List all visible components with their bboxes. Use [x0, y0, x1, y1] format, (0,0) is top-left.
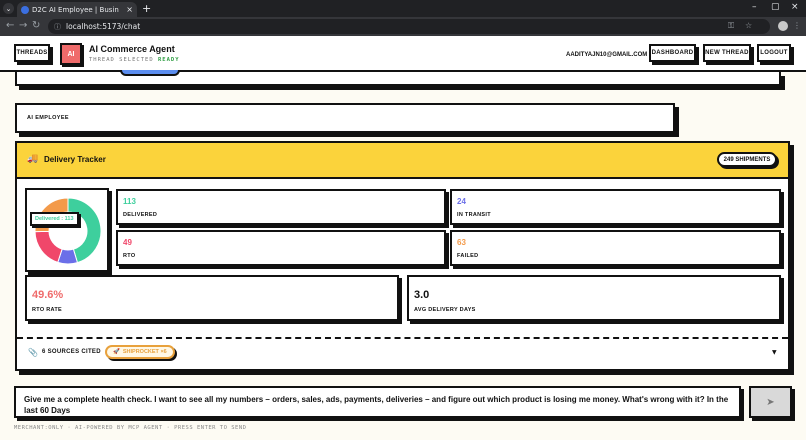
- sources-cited-label: 6 SOURCES CITED: [42, 349, 101, 355]
- url-text: localhost:5173/chat: [66, 22, 141, 31]
- maximize-icon[interactable]: ▢: [771, 2, 780, 12]
- stat-failed-value: 63: [457, 238, 466, 247]
- browser-tab-strip: ⌄ D2C AI Employee | Busin × + – ▢ ×: [0, 0, 806, 17]
- previous-pill: [120, 70, 180, 76]
- bookmark-star-icon[interactable]: ☆: [745, 21, 752, 30]
- dashed-divider: [17, 337, 788, 339]
- stat-rto-rate-label: RTO RATE: [32, 307, 63, 313]
- logout-button[interactable]: LOGOUT: [757, 44, 791, 62]
- stat-avg-days-value: 3.0: [414, 289, 430, 301]
- stat-in-transit-value: 24: [457, 197, 466, 206]
- profile-avatar[interactable]: [778, 21, 788, 31]
- reload-icon[interactable]: ↻: [32, 20, 40, 31]
- favicon-icon: [21, 5, 29, 14]
- stat-rto: 49 RTO: [116, 230, 446, 266]
- stat-rto-rate: 49.6% RTO RATE: [25, 275, 399, 321]
- shipments-badge: 249 SHIPMENTS: [717, 152, 777, 167]
- stat-rto-label: RTO: [123, 253, 136, 259]
- new-thread-button[interactable]: NEW THREAD: [703, 44, 751, 62]
- minimize-icon[interactable]: –: [752, 2, 757, 12]
- tracker-title: Delivery Tracker: [44, 155, 106, 164]
- ai-employee-card: AI EMPLOYEE: [15, 103, 675, 133]
- back-icon[interactable]: ←: [6, 20, 14, 31]
- stat-rto-value: 49: [123, 238, 132, 247]
- forward-icon[interactable]: →: [19, 20, 27, 31]
- paperclip-icon: 📎: [28, 348, 38, 357]
- send-button[interactable]: ➤: [749, 386, 792, 418]
- chart-tooltip: Delivered : 113: [30, 212, 79, 226]
- source-chip-label: SHIPROCKET ×6: [122, 349, 167, 355]
- donut-chart: [34, 197, 102, 265]
- threads-button[interactable]: THREADS: [14, 44, 50, 62]
- close-tab-icon[interactable]: ×: [126, 5, 133, 14]
- tab-search-icon[interactable]: ⌄: [3, 3, 14, 14]
- stat-delivered-value: 113: [123, 197, 136, 206]
- tracker-header: 🚚 Delivery Tracker 249 SHIPMENTS: [17, 143, 788, 179]
- stat-failed: 63 FAILED: [450, 230, 781, 266]
- truck-icon: 🚚: [27, 154, 39, 164]
- stat-delivered-label: DELIVERED: [123, 212, 158, 218]
- donut-chart-card: Delivered : 113: [25, 188, 109, 272]
- send-icon: ➤: [766, 396, 775, 408]
- chat-input[interactable]: Give me a complete health check. I want …: [14, 386, 741, 418]
- tab-title: D2C AI Employee | Busin: [32, 5, 119, 14]
- menu-kebab-icon[interactable]: ⋮: [793, 21, 801, 30]
- app-title: AI Commerce Agent: [89, 44, 175, 54]
- footer-hint: MERCHANT:ONLY · AI-POWERED BY MCP AGENT …: [14, 425, 247, 431]
- thread-status-value: READY: [157, 57, 180, 63]
- rocket-icon: 🚀: [113, 349, 120, 355]
- dashboard-button[interactable]: DASHBOARD: [649, 44, 696, 62]
- stat-avg-delivery-days: 3.0 AVG DELIVERY DAYS: [407, 275, 781, 321]
- browser-tab[interactable]: D2C AI Employee | Busin ×: [17, 2, 137, 17]
- site-info-icon[interactable]: ⓘ: [54, 22, 61, 32]
- stat-rto-rate-value: 49.6%: [32, 289, 64, 301]
- close-window-icon[interactable]: ×: [791, 2, 799, 12]
- ai-logo: AI: [60, 43, 82, 65]
- stat-in-transit: 24 IN TRANSIT: [450, 189, 781, 225]
- source-chip-shiprocket[interactable]: 🚀 SHIPROCKET ×6: [105, 345, 175, 359]
- previous-message-card: [15, 70, 781, 86]
- stat-in-transit-label: IN TRANSIT: [457, 212, 491, 218]
- stat-failed-label: FAILED: [457, 253, 479, 259]
- thread-status-prefix: THREAD SELECTED: [89, 57, 154, 63]
- thread-status: THREAD SELECTED READY: [89, 57, 180, 63]
- address-bar[interactable]: ⓘ localhost:5173/chat: [48, 19, 770, 34]
- app-header: THREADS AI AI Commerce Agent THREAD SELE…: [0, 36, 806, 72]
- stat-delivered: 113 DELIVERED: [116, 189, 446, 225]
- user-email: AADITYAJN10@GMAIL.COM: [566, 52, 648, 58]
- stat-avg-days-label: AVG DELIVERY DAYS: [414, 307, 476, 313]
- donut-slice-rto[interactable]: [34, 230, 63, 264]
- expand-sources-icon[interactable]: ▼: [772, 349, 777, 356]
- delivery-tracker-card: 🚚 Delivery Tracker 249 SHIPMENTS Deliver…: [15, 141, 790, 371]
- new-tab-icon[interactable]: +: [142, 2, 151, 15]
- key-icon[interactable]: ⚿: [728, 21, 734, 31]
- address-toolbar: ← → ↻ ⓘ localhost:5173/chat ⚿ ☆ ⋮: [0, 17, 806, 36]
- ai-employee-label: AI EMPLOYEE: [27, 115, 69, 121]
